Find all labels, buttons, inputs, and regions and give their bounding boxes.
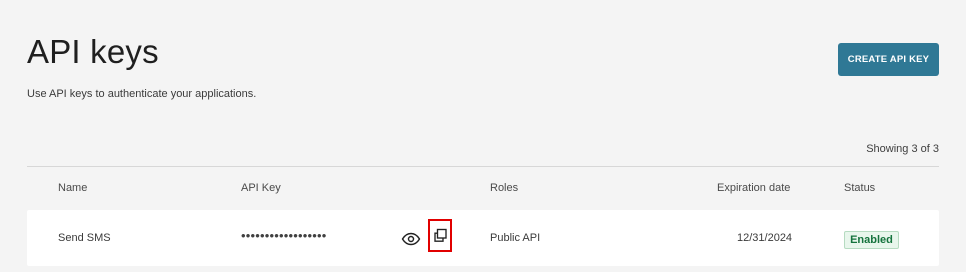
name-column-header: Name [58,182,88,194]
api-key-role: Public API [490,232,541,244]
status-badge: Enabled [844,231,899,249]
copy-api-key-button[interactable] [428,219,452,252]
api-key-name: Send SMS [58,232,111,244]
table-row: Send SMS •••••••••••••••••• Public API 1… [27,210,939,266]
create-api-key-button[interactable]: CREATE API KEY [838,43,939,76]
table-divider [27,166,939,167]
table-header: Name API Key Roles Expiration date Statu… [27,176,939,200]
expiration-date: 12/31/2024 [737,232,793,244]
page-title: API keys [27,33,159,70]
api-key-column-header: API Key [241,182,281,194]
roles-column-header: Roles [490,182,519,194]
showing-count: Showing 3 of 3 [866,143,939,155]
expiration-date-column-header: Expiration date [717,182,791,194]
page-subtitle: Use API keys to authenticate your applic… [27,88,257,100]
show-api-key-button[interactable] [399,227,423,251]
eye-icon [401,232,421,246]
status-column-header: Status [844,182,876,194]
copy-icon [433,228,448,243]
masked-api-key: •••••••••••••••••• [241,228,327,243]
